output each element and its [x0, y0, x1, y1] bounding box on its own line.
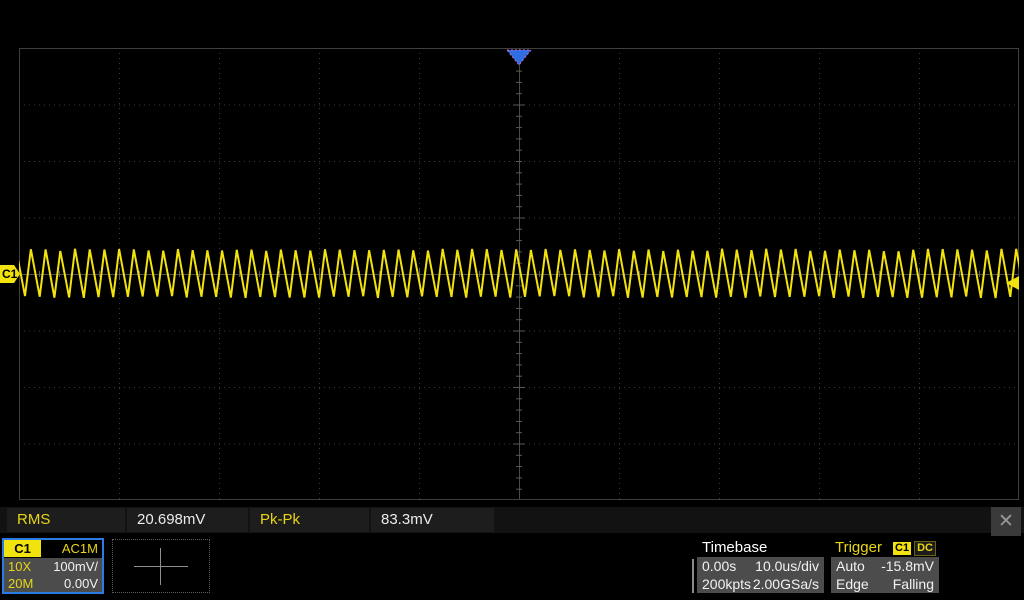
close-icon: ✕ — [998, 511, 1014, 532]
timebase-settings: 0.00s 10.0us/div 200kpts 2.00GSa/s — [697, 557, 824, 593]
waveform-display — [19, 48, 1019, 500]
timebase-info-box[interactable]: Timebase 0.00s 10.0us/div 200kpts 2.00GS… — [697, 539, 824, 593]
timebase-samplerate-value: 2.00GSa/s — [753, 575, 819, 593]
trigger-position-marker[interactable] — [506, 49, 532, 67]
plus-icon — [134, 566, 188, 567]
trigger-slope-value: Falling — [893, 575, 934, 593]
dashboard-divider — [692, 559, 694, 593]
channel1-bandwidth-label: 20M — [8, 575, 33, 592]
measurement-bar: RMS 20.698mV Pk-Pk 83.3mV — [0, 507, 1024, 533]
channel1-level-marker[interactable]: C1 — [0, 265, 20, 283]
channel1-coupling-label: AC1M — [41, 541, 102, 556]
oscilloscope-screen: C1 RMS 20.698mV Pk-Pk 83.3mV ✕ C1 AC1M 1… — [0, 0, 1024, 600]
timebase-scale-value: 10.0us/div — [755, 557, 819, 575]
add-channel-button[interactable] — [112, 539, 210, 593]
trigger-settings: Auto -15.8mV Edge Falling — [831, 557, 939, 593]
trigger-type-value: Edge — [836, 575, 869, 593]
trigger-level-value: -15.8mV — [881, 557, 934, 575]
channel1-offset-value: 0.00V — [64, 575, 98, 592]
measurement-value-rms: 20.698mV — [127, 508, 248, 532]
channel1-name-badge: C1 — [4, 540, 41, 557]
measurement-label-pkpk[interactable]: Pk-Pk — [250, 508, 369, 532]
timebase-title: Timebase — [697, 539, 824, 557]
channel1-header: C1 AC1M — [4, 540, 102, 557]
plus-icon — [160, 548, 161, 585]
trigger-title: Trigger — [835, 539, 893, 557]
measurement-label-rms[interactable]: RMS — [7, 508, 125, 532]
trigger-position-triangle-icon — [506, 49, 532, 67]
close-measurements-button[interactable]: ✕ — [991, 507, 1021, 536]
trigger-source-badge: C1 — [893, 542, 911, 555]
channel1-settings: 10X 100mV/ 20M 0.00V — [4, 558, 102, 592]
measurement-value-pkpk: 83.3mV — [371, 508, 494, 532]
channel1-probe-label: 10X — [8, 558, 31, 575]
trigger-coupling-badge: DC — [914, 541, 936, 556]
trigger-level-triangle-icon — [1005, 276, 1020, 291]
trigger-mode-value: Auto — [836, 557, 865, 575]
channel1-info-box[interactable]: C1 AC1M 10X 100mV/ 20M 0.00V — [2, 538, 104, 594]
channel1-scale-value: 100mV/ — [53, 558, 98, 575]
graticule-grid — [19, 48, 1019, 500]
trigger-level-marker[interactable] — [1005, 276, 1020, 291]
timebase-points-value: 200kpts — [702, 575, 751, 593]
timebase-delay-value: 0.00s — [702, 557, 736, 575]
trigger-info-box[interactable]: Trigger C1 DC Auto -15.8mV Edge Falling — [831, 539, 939, 593]
